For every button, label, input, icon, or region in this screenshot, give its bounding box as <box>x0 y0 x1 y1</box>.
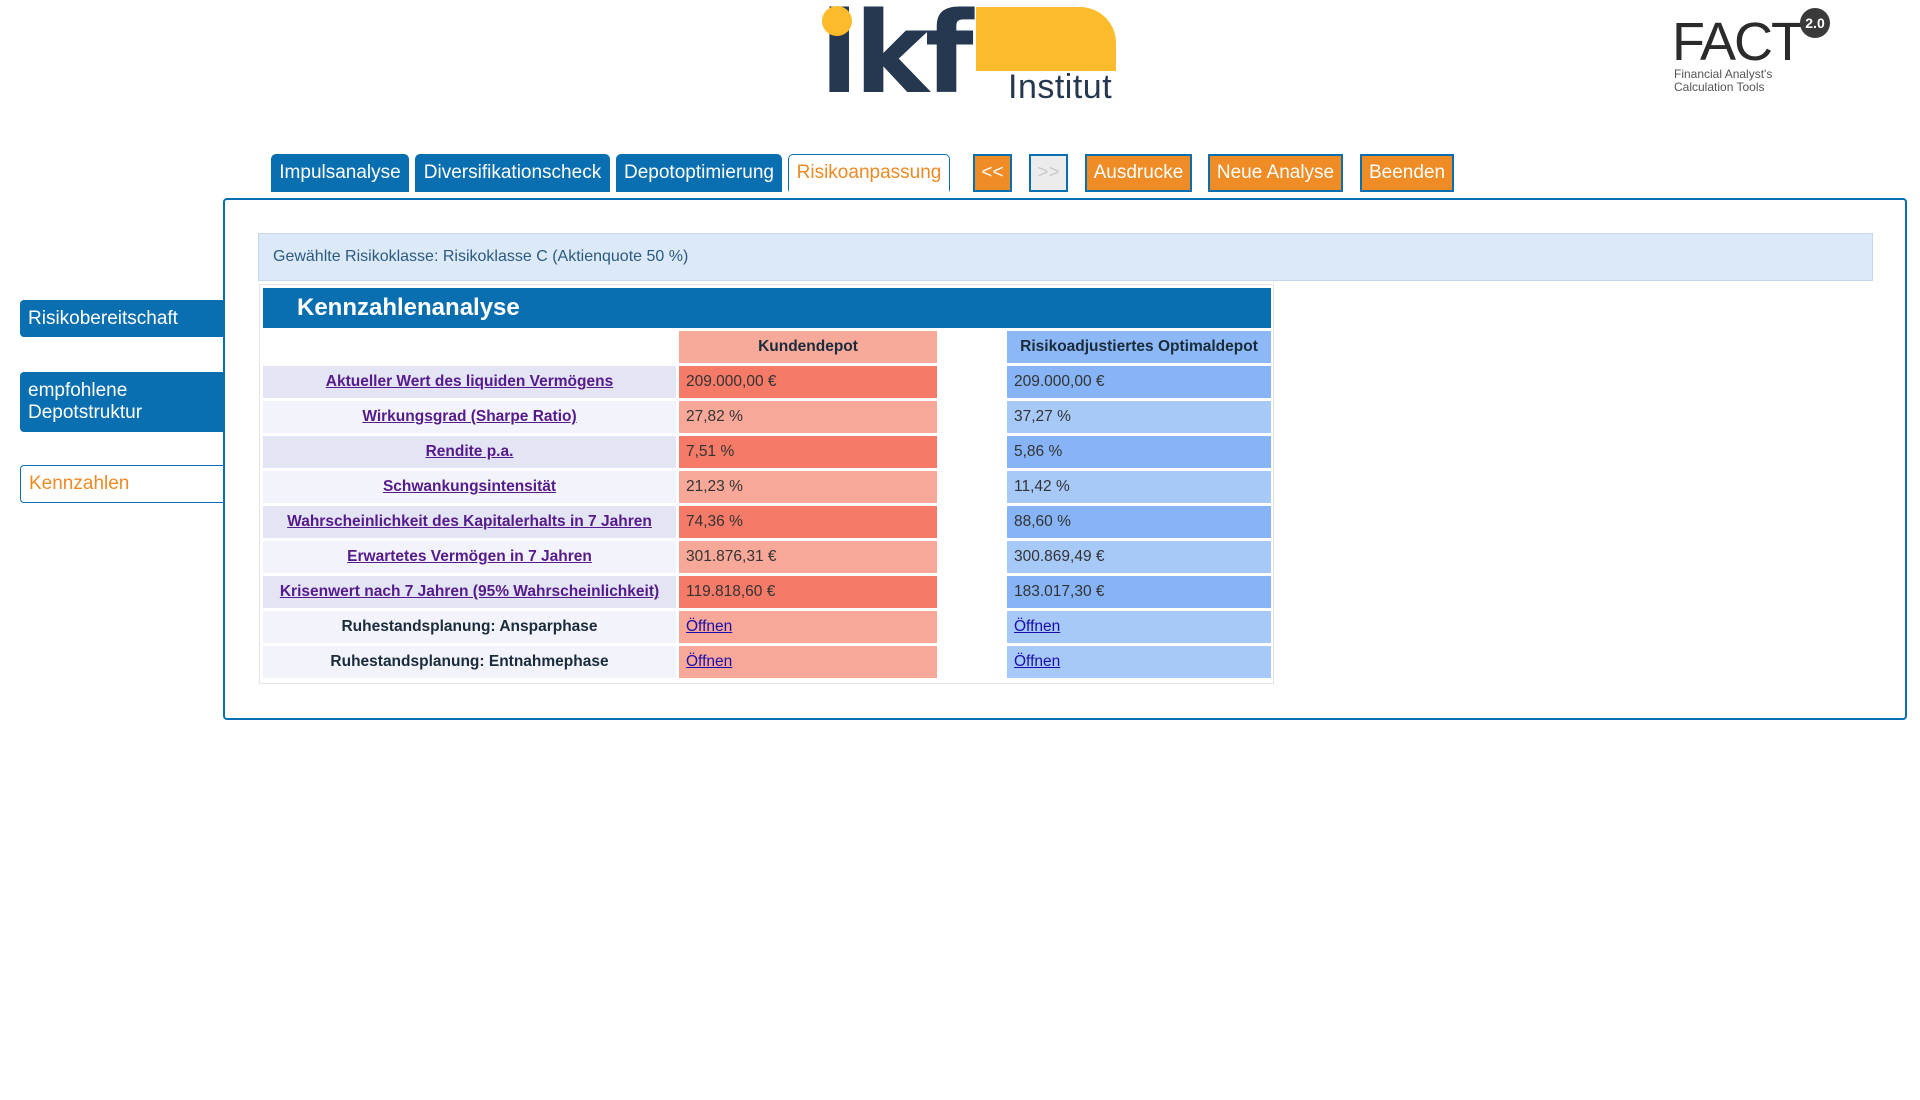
optimaldepot-value: 88,60 % <box>1007 506 1271 538</box>
metric-link-krisenwert[interactable]: Krisenwert nach 7 Jahren (95% Wahrschein… <box>263 576 676 608</box>
kundendepot-value: 7,51 % <box>679 436 937 468</box>
column-header-kundendepot: Kundendepot <box>679 331 937 363</box>
kundendepot-value: 209.000,00 € <box>679 366 937 398</box>
tab-impulsanalyse[interactable]: Impulsanalyse <box>271 154 409 192</box>
fact-subtitle-line-2: Calculation Tools <box>1674 80 1765 94</box>
kennzahlen-table: Kennzahlenanalyse Kundendepot Risikoadju… <box>259 284 1274 684</box>
metric-link-aktueller-wert[interactable]: Aktueller Wert des liquiden Vermögens <box>263 366 676 398</box>
metric-link-rendite[interactable]: Rendite p.a. <box>263 436 676 468</box>
sidebar-item-label: empfohlene Depotstruktur <box>28 380 143 423</box>
neue-analyse-button[interactable]: Neue Analyse <box>1208 154 1343 192</box>
kundendepot-value: 27,82 % <box>679 401 937 433</box>
optimaldepot-value: 11,42 % <box>1007 471 1271 503</box>
risk-class-info: Gewählte Risikoklasse: Risikoklasse C (A… <box>258 233 1873 281</box>
next-button[interactable]: >> <box>1029 154 1068 192</box>
kundendepot-value: 119.818,60 € <box>679 576 937 608</box>
fact-version-badge: 2.0 <box>1800 8 1830 38</box>
tab-depotoptimierung[interactable]: Depotoptimierung <box>616 154 782 192</box>
metric-link-sharpe-ratio[interactable]: Wirkungsgrad (Sharpe Ratio) <box>263 401 676 433</box>
sidebar-item-kennzahlen[interactable]: Kennzahlen <box>20 465 224 503</box>
tab-risikoanpassung[interactable]: Risikoanpassung <box>788 154 950 192</box>
sidebar-item-risikobereitschaft[interactable]: Risikobereitschaft <box>20 300 224 337</box>
ausdrucke-button[interactable]: Ausdrucke <box>1085 154 1192 192</box>
open-entnahmephase-optimal-link[interactable]: Öffnen <box>1014 653 1060 671</box>
open-entnahmephase-kunde-link[interactable]: Öffnen <box>686 653 732 671</box>
metric-link-erwartetes-vermoegen[interactable]: Erwartetes Vermögen in 7 Jahren <box>263 541 676 573</box>
optimaldepot-cell: Öffnen <box>1007 611 1271 643</box>
sidebar-item-empfohlene-depotstruktur[interactable]: empfohlene Depotstruktur <box>20 372 224 432</box>
metric-link-kapitalerhalt[interactable]: Wahrscheinlichkeit des Kapitalerhalts in… <box>263 506 676 538</box>
open-ansparphase-optimal-link[interactable]: Öffnen <box>1014 618 1060 636</box>
optimaldepot-value: 300.869,49 € <box>1007 541 1271 573</box>
optimaldepot-value: 209.000,00 € <box>1007 366 1271 398</box>
fact-logo-title: FACT <box>1672 12 1804 72</box>
fact-logo-subtitle: Financial Analyst's Calculation Tools <box>1674 68 1772 94</box>
top-navigation: Impulsanalyse Diversifikationscheck Depo… <box>0 154 1920 192</box>
ikf-logo-yellow-shape <box>976 7 1116 71</box>
beenden-button[interactable]: Beenden <box>1360 154 1454 192</box>
kundendepot-value: 74,36 % <box>679 506 937 538</box>
ikf-logo-subtitle: Institut <box>1008 68 1113 106</box>
metric-label-entnahmephase: Ruhestandsplanung: Entnahmephase <box>263 646 676 678</box>
optimaldepot-value: 37,27 % <box>1007 401 1271 433</box>
column-header-optimaldepot: Risikoadjustiertes Optimaldepot <box>1007 331 1271 363</box>
tab-diversifikationscheck[interactable]: Diversifikationscheck <box>415 154 610 192</box>
kundendepot-value: 301.876,31 € <box>679 541 937 573</box>
ikf-institut-logo: ikf Institut <box>820 0 1120 114</box>
fact-logo: FACT 2.0 Financial Analyst's Calculation… <box>1672 6 1852 106</box>
previous-button[interactable]: << <box>973 154 1012 192</box>
kennzahlen-title: Kennzahlenanalyse <box>263 288 1271 328</box>
optimaldepot-value: 183.017,30 € <box>1007 576 1271 608</box>
kundendepot-cell: Öffnen <box>679 611 937 643</box>
metric-link-schwankungsintensitaet[interactable]: Schwankungsintensität <box>263 471 676 503</box>
optimaldepot-cell: Öffnen <box>1007 646 1271 678</box>
ikf-logo-dot <box>822 6 852 36</box>
optimaldepot-value: 5,86 % <box>1007 436 1271 468</box>
kundendepot-cell: Öffnen <box>679 646 937 678</box>
open-ansparphase-kunde-link[interactable]: Öffnen <box>686 618 732 636</box>
kundendepot-value: 21,23 % <box>679 471 937 503</box>
metric-label-ansparphase: Ruhestandsplanung: Ansparphase <box>263 611 676 643</box>
